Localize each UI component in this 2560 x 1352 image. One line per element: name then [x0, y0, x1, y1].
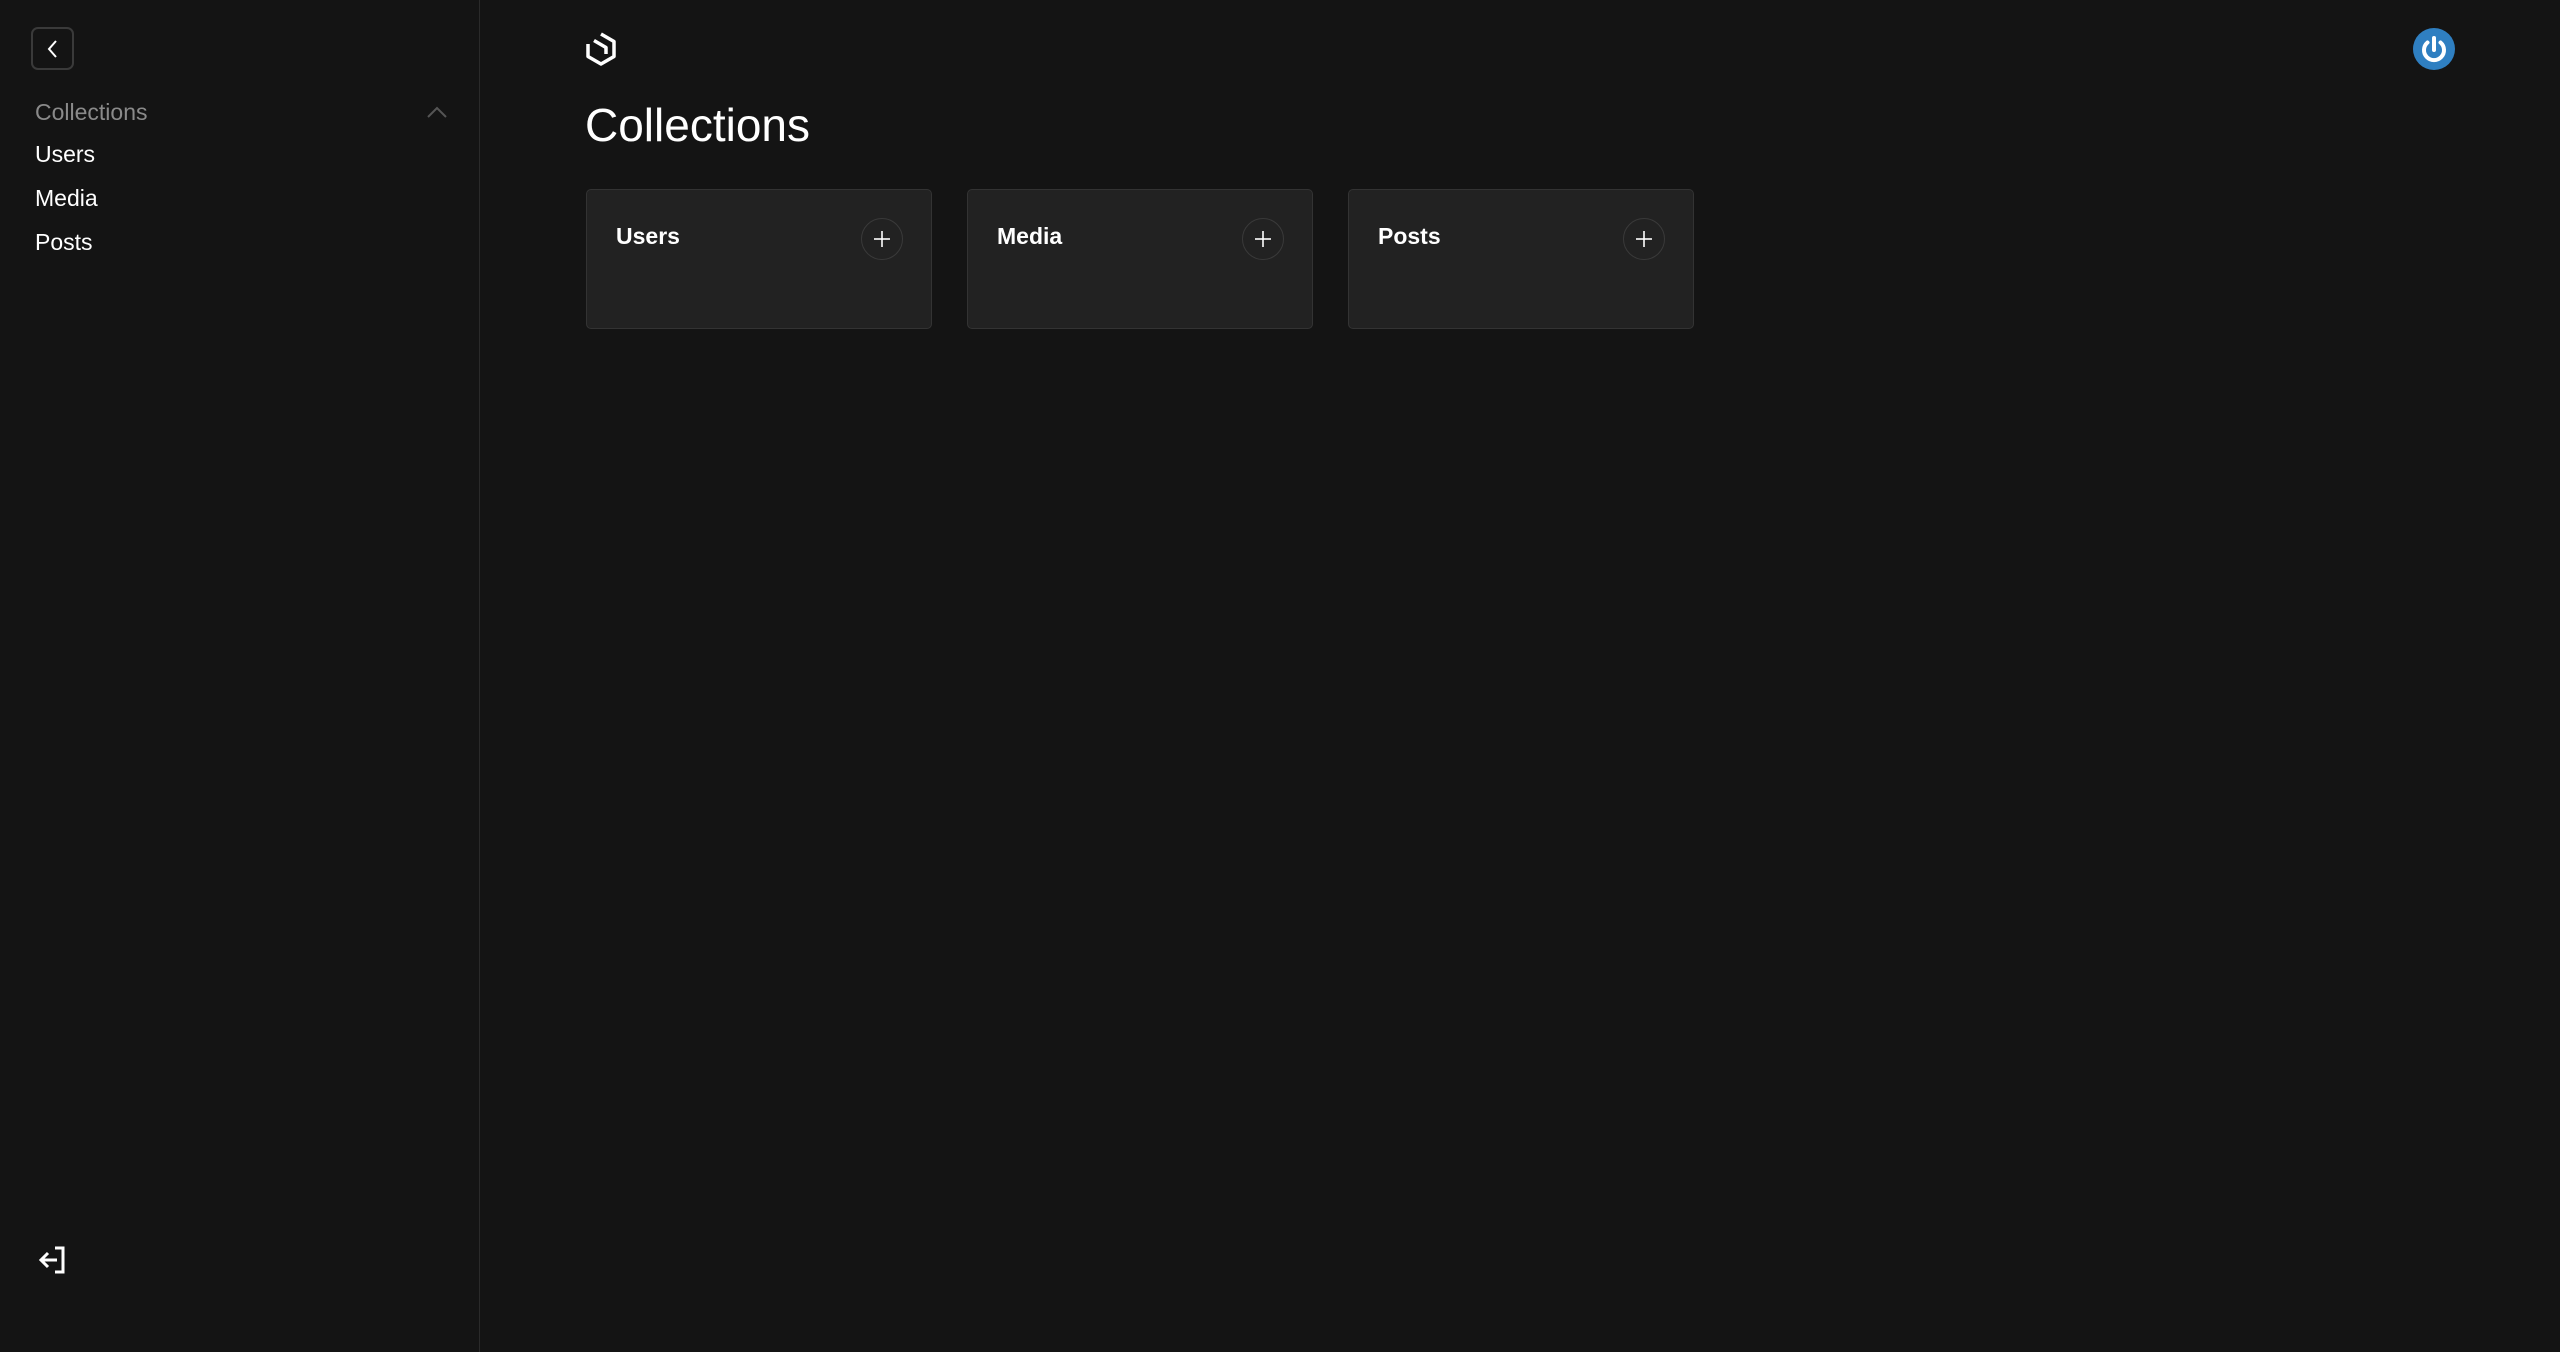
collection-card-posts[interactable]: Posts	[1348, 189, 1694, 329]
sidebar-item-users[interactable]: Users	[35, 141, 95, 168]
plus-icon	[1636, 231, 1652, 247]
logout-icon	[38, 1246, 65, 1274]
plus-icon	[1255, 231, 1271, 247]
collection-card-users[interactable]: Users	[586, 189, 932, 329]
sidebar-item-posts[interactable]: Posts	[35, 229, 93, 256]
page-title: Collections	[585, 99, 810, 151]
card-title: Media	[997, 223, 1063, 249]
logout-button[interactable]	[36, 1244, 68, 1276]
logo-icon[interactable]	[585, 32, 617, 66]
sidebar-item-media[interactable]: Media	[35, 185, 98, 212]
account-avatar[interactable]	[2413, 28, 2455, 70]
sidebar: Collections Users Media Posts	[0, 0, 480, 1352]
plus-icon	[874, 231, 890, 247]
nav-group-collections-toggle[interactable]: Collections	[35, 96, 447, 128]
card-title: Posts	[1378, 223, 1441, 249]
card-title: Users	[616, 223, 680, 249]
collapse-sidebar-button[interactable]	[31, 27, 74, 70]
add-post-button[interactable]	[1623, 218, 1665, 260]
collection-card-media[interactable]: Media	[967, 189, 1313, 329]
power-avatar-icon	[2413, 28, 2455, 70]
chevron-up-icon	[427, 106, 447, 118]
chevron-left-icon	[47, 39, 57, 58]
add-user-button[interactable]	[861, 218, 903, 260]
nav-group-label: Collections	[35, 98, 148, 125]
add-media-button[interactable]	[1242, 218, 1284, 260]
